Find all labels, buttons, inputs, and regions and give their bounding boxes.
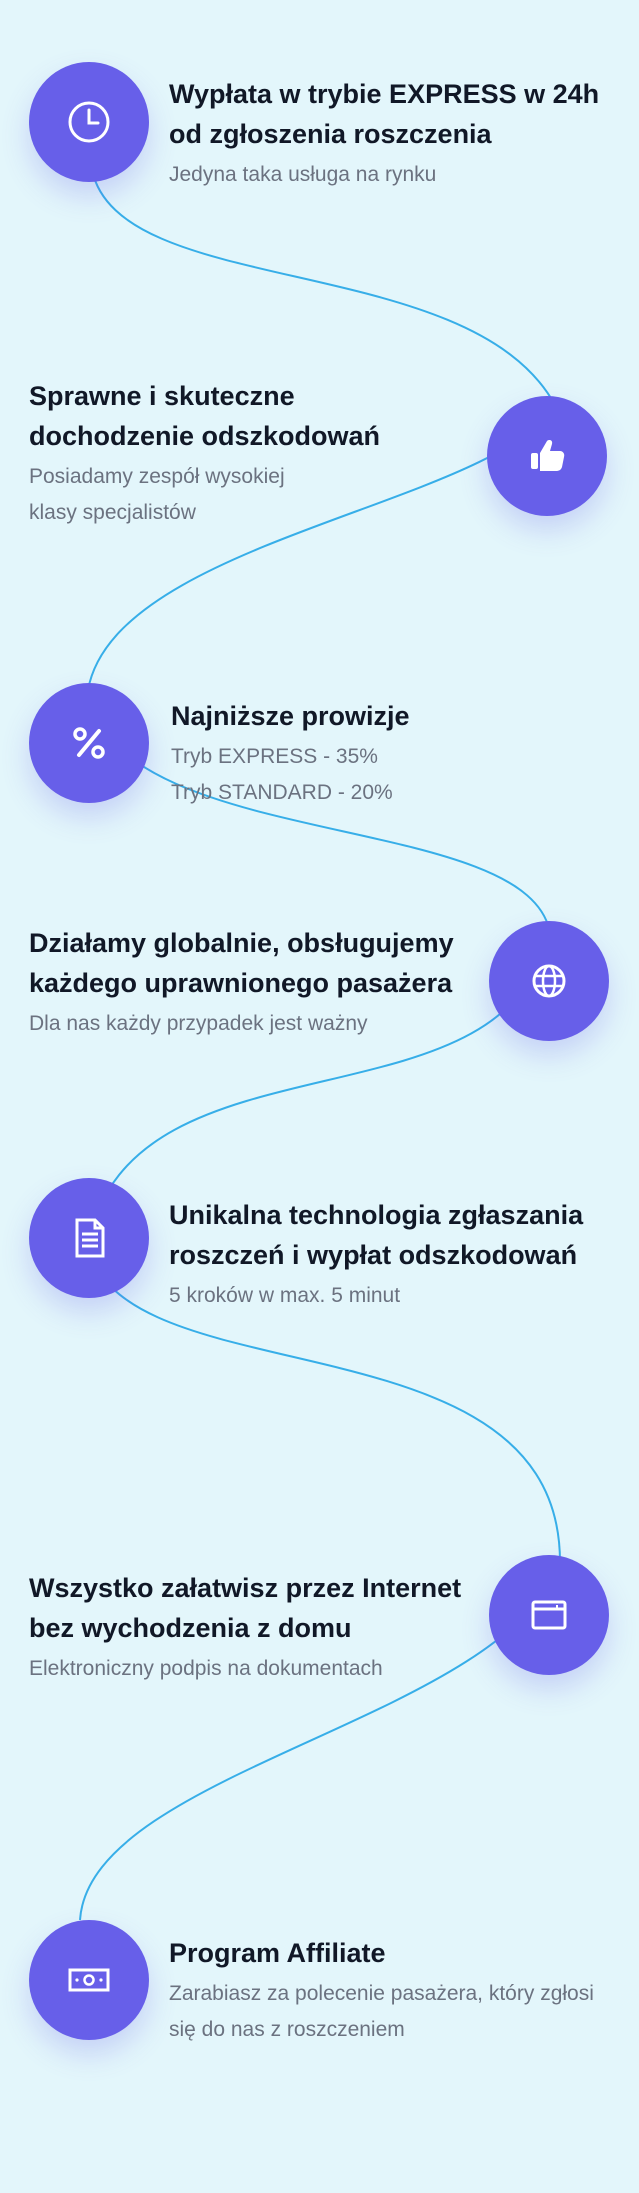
feature-affiliate-program: Program Affiliate Zarabiasz za polecenie…	[169, 1933, 609, 2048]
feature-global-service-desc: Dla nas każdy przypadek jest ważny	[29, 1012, 368, 1035]
feature-online-process-title-line1: Wszystko załatwisz przez Internet	[29, 1573, 462, 1603]
timeline-connector	[79, 169, 562, 1921]
feature-lowest-fees: Najniższe prowizje Tryb EXPRESS - 35% Tr…	[171, 696, 571, 811]
feature-global-service: Działamy globalnie, obsługujemy każdego …	[29, 923, 479, 1042]
feature-express-payout-title: Wypłata w trybie EXPRESS w 24h od zgłosz…	[169, 74, 609, 154]
feature-lowest-fees-title: Najniższe prowizje	[171, 701, 410, 731]
feature-affiliate-program-desc-line2: się do nas z roszczeniem	[169, 2018, 405, 2041]
feature-online-process: Wszystko załatwisz przez Internet bez wy…	[29, 1568, 479, 1687]
feature-unique-technology-title: Unikalna technologia zgłaszania roszczeń…	[169, 1195, 609, 1275]
feature-lowest-fees-desc-line1: Tryb EXPRESS - 35%	[171, 745, 378, 768]
feature-global-service-title: Działamy globalnie, obsługujemy każdego …	[29, 923, 479, 1003]
document-icon-circle	[29, 1178, 149, 1298]
feature-unique-technology-desc: 5 kroków w max. 5 minut	[169, 1284, 401, 1307]
feature-lowest-fees-desc-line2: Tryb STANDARD - 20%	[171, 781, 393, 804]
money-bill-icon-circle	[29, 1920, 149, 2040]
money-bill-icon	[68, 1968, 110, 1992]
percent-icon	[73, 727, 105, 759]
clock-icon-circle	[29, 62, 149, 182]
features-timeline: Wypłata w trybie EXPRESS w 24h od zgłosz…	[0, 0, 639, 2193]
clock-icon	[68, 101, 110, 143]
feature-affiliate-program-desc: Zarabiasz za polecenie pasażera, który z…	[169, 1976, 609, 2048]
feature-efficient-claims: Sprawne i skuteczne dochodzenie odszkodo…	[29, 376, 429, 531]
feature-global-service-title-line2: każdego uprawnionego pasażera	[29, 968, 453, 998]
feature-efficient-claims-desc: Posiadamy zespół wysokiej klasy specjali…	[29, 459, 429, 531]
browser-window-icon	[531, 1600, 567, 1630]
feature-efficient-claims-desc-line2: klasy specjalistów	[29, 501, 196, 524]
feature-unique-technology-title-line1: Unikalna technologia zgłaszania	[169, 1200, 584, 1230]
feature-online-process-desc: Elektroniczny podpis na dokumentach	[29, 1657, 383, 1680]
feature-global-service-title-line1: Działamy globalnie, obsługujemy	[29, 928, 454, 958]
globe-icon-circle	[489, 921, 609, 1041]
feature-lowest-fees-desc: Tryb EXPRESS - 35% Tryb STANDARD - 20%	[171, 739, 571, 811]
globe-icon	[532, 964, 566, 998]
feature-efficient-claims-desc-line1: Posiadamy zespół wysokiej	[29, 465, 285, 488]
feature-efficient-claims-title-line2: dochodzenie odszkodowań	[29, 421, 381, 451]
feature-unique-technology-title-line2: roszczeń i wypłat odszkodowań	[169, 1240, 578, 1270]
feature-affiliate-program-title: Program Affiliate	[169, 1938, 386, 1968]
feature-unique-technology: Unikalna technologia zgłaszania roszczeń…	[169, 1195, 609, 1314]
document-icon	[75, 1218, 105, 1258]
feature-affiliate-program-desc-line1: Zarabiasz za polecenie pasażera, który z…	[169, 1982, 594, 2005]
feature-express-payout-desc: Jedyna taka usługa na rynku	[169, 163, 437, 186]
percent-icon-circle	[29, 683, 149, 803]
feature-express-payout-title-line1: Wypłata w trybie EXPRESS w 24h	[169, 79, 600, 109]
thumbs-up-icon	[531, 440, 565, 471]
feature-efficient-claims-title: Sprawne i skuteczne dochodzenie odszkodo…	[29, 376, 429, 456]
browser-window-icon-circle	[489, 1555, 609, 1675]
feature-express-payout: Wypłata w trybie EXPRESS w 24h od zgłosz…	[169, 74, 609, 193]
feature-online-process-title: Wszystko załatwisz przez Internet bez wy…	[29, 1568, 479, 1648]
thumbs-up-icon-circle	[487, 396, 607, 516]
feature-online-process-title-line2: bez wychodzenia z domu	[29, 1613, 352, 1643]
feature-express-payout-title-line2: od zgłoszenia roszczenia	[169, 119, 492, 149]
feature-efficient-claims-title-line1: Sprawne i skuteczne	[29, 381, 295, 411]
